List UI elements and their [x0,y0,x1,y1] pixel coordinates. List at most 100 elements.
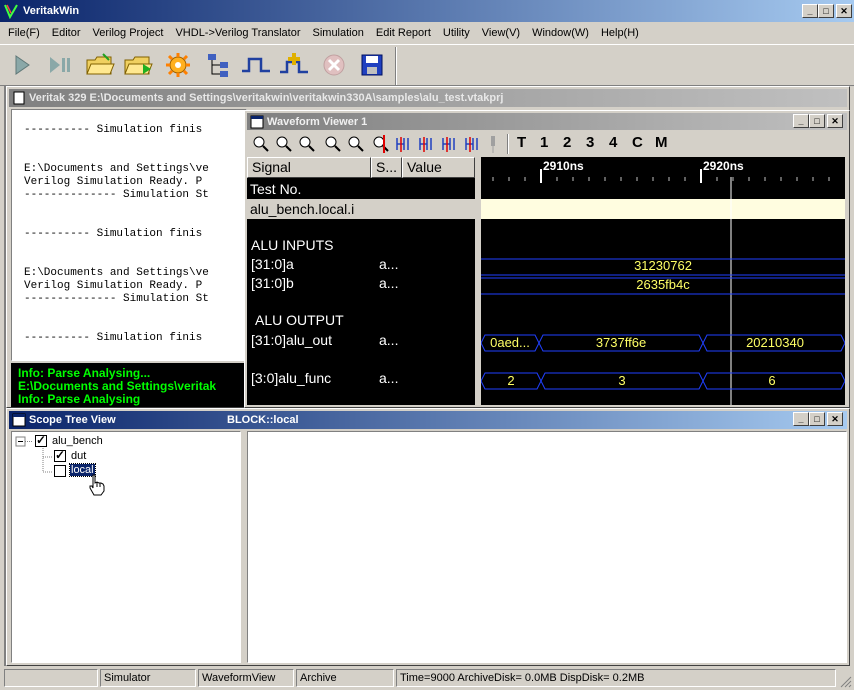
local-checkbox[interactable] [54,465,66,477]
scope-tree-panel: ✓ alu_bench ✓ dut local [11,431,241,663]
hierarchy-button[interactable] [202,50,234,80]
zoom-prev-icon [348,136,364,152]
signal-row-s: a... [379,370,399,386]
folder-open-icon [86,53,115,75]
status-cell-0 [4,669,98,687]
wave-tool-3[interactable] [323,134,343,154]
wave-tool-6[interactable] [394,134,414,154]
tree-item-alu-bench[interactable]: alu_bench [52,435,103,447]
play-icon [15,55,30,75]
close-button[interactable]: ✕ [836,4,852,18]
menu-item-2[interactable]: Verilog Project [87,27,170,39]
toolbar-separator [395,47,397,85]
wave-tool-8[interactable] [440,134,460,154]
add-wave-icon [280,53,308,74]
scope-tree-titlebar: Scope Tree View BLOCK::local _ □ ✕ [9,411,847,429]
run-button[interactable] [6,50,38,80]
wave-tool-4[interactable] [346,134,366,154]
wave-tool-5[interactable] [371,134,391,154]
signal-row-name[interactable]: alu_bench.local.i [250,201,354,217]
signal-column-header[interactable]: Signal [247,157,371,178]
edge-next-icon [465,137,478,152]
waveform-button[interactable] [240,50,272,80]
signal-row-name[interactable]: Test No. [250,181,301,197]
wave-value-label: 0aed... [490,335,530,350]
wave-tool-9[interactable] [463,134,483,154]
menu-item-6[interactable]: Utility [437,27,476,39]
wave-marker-t[interactable]: T [517,134,526,151]
hierarchy-icon [208,54,228,77]
menu-item-4[interactable]: Simulation [307,27,370,39]
signal-row-s: a... [379,256,399,272]
waveform-toolbar: T1234CM [251,133,845,155]
project-titlebar: Veritak 329 E:\Documents and Settings\ve… [9,89,847,107]
app-icon [4,4,18,19]
stop-button[interactable] [318,50,350,80]
app-titlebar: VeritakWin _ □ ✕ [0,0,854,22]
block-label: BLOCK::local [227,414,299,426]
signal-header-row: Signal S... Value [247,157,475,178]
scope-minimize-button[interactable]: _ [793,412,809,426]
wave-tool-2[interactable] [297,134,317,154]
wave-marker-2[interactable]: 2 [563,134,571,151]
pin-tool[interactable] [487,134,499,157]
waveform-maximize-button[interactable]: □ [809,114,825,128]
tree-window-icon [12,413,26,427]
cursor-left-icon [396,137,409,152]
menu-item-3[interactable]: VHDL->Verilog Translator [169,27,306,39]
checkmark-icon: ✓ [36,433,47,447]
checkmark-icon: ✓ [55,448,66,462]
wave-tool-7[interactable] [417,134,437,154]
menu-item-9[interactable]: Help(H) [595,27,645,39]
dut-checkbox[interactable]: ✓ [54,448,66,462]
wave-marker-3[interactable]: 3 [586,134,594,151]
minimize-button[interactable]: _ [802,4,818,18]
resize-grip-icon[interactable] [840,676,852,688]
wave-tool-1[interactable] [274,134,294,154]
step-button[interactable] [46,50,78,80]
toolbar [0,44,854,86]
tree-item-dut[interactable]: dut [71,450,86,462]
wave-marker-1[interactable]: 1 [540,134,548,151]
signal-row-name[interactable]: ALU INPUTS [251,237,333,253]
scope-tree-title: Scope Tree View [29,414,116,426]
zoom-out-full-icon [253,136,269,152]
s-column-header[interactable]: S... [371,157,402,178]
wave-marker-m[interactable]: M [655,134,668,151]
wave-tool-0[interactable] [251,134,271,154]
menu-item-1[interactable]: Editor [46,27,87,39]
waveform-close-button[interactable]: ✕ [827,114,843,128]
menu-item-8[interactable]: Window(W) [526,27,595,39]
signal-row-name[interactable]: [31:0]b [251,275,294,291]
wave-marker-c[interactable]: C [632,134,643,151]
zoom-out-icon [299,136,315,152]
waveform-minimize-button[interactable]: _ [793,114,809,128]
waveform-window: Waveform Viewer 1 _ □ ✕ T1234CM Signal S… [244,110,850,408]
wave-value-label: 6 [768,373,776,388]
open-run-button[interactable] [122,50,154,80]
pin-icon [491,136,495,153]
menu-item-5[interactable]: Edit Report [370,27,437,39]
zoom-cursor-icon [373,135,389,153]
open-folder-button[interactable] [84,50,116,80]
save-disk-icon [361,54,383,76]
signal-row-name[interactable]: [31:0]alu_out [251,332,332,348]
signal-row-name[interactable]: ALU OUTPUT [255,312,344,328]
scope-maximize-button[interactable]: □ [809,412,825,426]
menu-item-0[interactable]: File(F) [2,27,46,39]
save-button[interactable] [356,50,388,80]
signal-row-name[interactable]: [3:0]alu_func [251,370,331,386]
signal-pane: Signal S... Value Test No. alu_bench.loca… [247,157,475,405]
value-column-header[interactable]: Value [402,157,475,178]
wave-marker-4[interactable]: 4 [609,134,617,151]
signal-row-name[interactable]: [31:0]a [251,256,294,272]
window-icon [250,115,264,128]
wave-value-label: 3 [618,373,626,388]
compile-button[interactable] [162,50,194,80]
menu-item-7[interactable]: View(V) [476,27,526,39]
alu-bench-checkbox[interactable]: ✓ [35,433,47,447]
document-icon [13,91,25,105]
add-signal-button[interactable] [278,50,310,80]
scope-close-button[interactable]: ✕ [827,412,843,426]
maximize-button[interactable]: □ [818,4,834,18]
